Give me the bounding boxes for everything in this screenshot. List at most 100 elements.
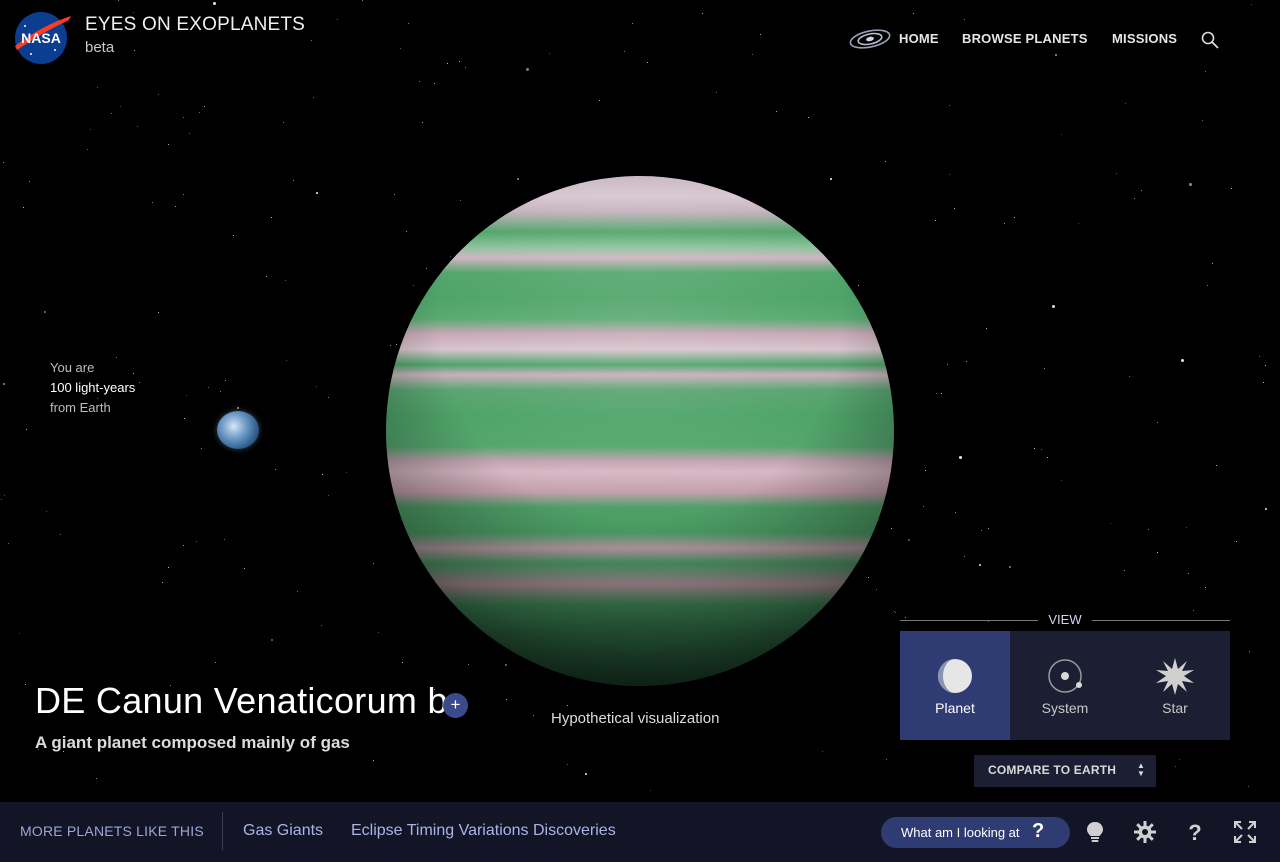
compare-label: COMPARE TO EARTH [988,763,1117,777]
star-dot [87,149,88,150]
star-dot [196,541,197,542]
star-dot [396,344,397,345]
star-dot [237,407,239,409]
earth-marker[interactable] [217,411,259,449]
star-dot [830,178,832,180]
select-arrows-icon: ▲ ▼ [1137,761,1145,778]
star-dot [460,200,461,201]
star-dot [183,117,184,118]
star-dot [158,312,159,313]
star-dot [1047,457,1048,458]
star-dot [199,112,200,113]
star-dot [1078,223,1079,224]
tag-gas-giants[interactable]: Gas Giants [243,822,323,840]
gear-icon[interactable] [1134,821,1156,843]
star-dot [328,397,329,398]
distance-line-3: from Earth [50,400,111,415]
view-star-button[interactable]: Star [1120,631,1230,740]
star-dot [25,684,26,685]
star-dot [858,285,859,286]
view-system-label: System [1041,700,1089,716]
nav-home[interactable]: HOME [899,31,939,46]
question-icon: ? [1032,820,1045,842]
star-dot [311,40,312,41]
star-dot [1004,223,1005,224]
fullscreen-icon[interactable] [1234,821,1256,843]
star-dot [346,472,347,473]
distance-value: 100 light-years [50,380,136,395]
nav-browse-planets[interactable]: BROWSE PLANETS [962,31,1088,46]
star-dot [1265,508,1267,510]
star-dot [1044,368,1045,369]
star-dot [876,589,877,590]
star-dot [986,328,987,329]
star-dot [1134,198,1135,199]
compare-to-earth-select[interactable]: COMPARE TO EARTH ▲ ▼ [974,755,1156,787]
tag-eclipse-timing[interactable]: Eclipse Timing Variations Discoveries [351,822,616,840]
star-dot [168,567,169,568]
star-dot [1216,465,1217,466]
star-dot [390,345,391,346]
star-dot [422,122,423,123]
star-dot [426,268,427,269]
view-label-text: VIEW [1048,612,1082,627]
star-dot [23,207,24,208]
star-dot [137,126,138,127]
more-planets-label: MORE PLANETS LIKE THIS [20,823,204,839]
star-dot [886,759,887,760]
star-dot [1034,448,1035,449]
view-panel-label: VIEW [900,612,1230,628]
star-dot [275,469,276,470]
star-dot [266,276,267,277]
star-dot [434,83,435,84]
star-dot [118,0,119,1]
star-dot [313,97,314,98]
star-dot [1202,120,1203,121]
star-dot [1207,285,1208,286]
view-planet-label: Planet [935,700,975,716]
help-icon[interactable]: ? [1184,821,1206,843]
star-dot [186,395,187,396]
what-label: What am I looking at [901,825,1020,840]
star-dot [1061,480,1062,481]
star-dot [549,53,550,54]
star-dot [1249,651,1250,652]
view-system-button[interactable]: System [1010,631,1120,740]
bottom-bar: MORE PLANETS LIKE THIS Gas Giants Eclips… [0,802,1280,862]
star-dot [139,382,140,383]
star-dot [966,361,967,362]
nasa-logo[interactable]: NASA [11,10,73,66]
star-dot [1265,365,1266,366]
star-dot [908,539,910,541]
view-planet-button[interactable]: Planet [900,631,1010,740]
star-dot [1061,134,1062,135]
plus-icon[interactable]: + [443,693,468,718]
star-dot [923,506,924,507]
star-dot [337,19,338,20]
star-dot [1186,527,1187,528]
star-dot [158,94,159,95]
search-icon[interactable] [1200,30,1220,50]
star-dot [1188,573,1189,574]
star-dot [468,664,469,665]
star-dot [599,100,600,101]
star-dot [947,364,948,365]
star-dot [204,106,205,107]
star-dot [505,664,507,666]
planet-shading [386,176,894,686]
galaxy-icon[interactable] [848,27,892,51]
what-am-i-looking-at-button[interactable]: What am I looking at ? [881,817,1070,848]
star-dot [1014,217,1015,218]
star-dot [400,48,401,49]
view-star-label: Star [1162,700,1188,716]
star-dot [1181,359,1184,362]
star-dot [328,495,329,496]
star-dot [271,639,273,641]
star-dot [567,705,568,706]
planet-description: A giant planet composed mainly of gas [35,733,350,752]
planet-name: DE Canun Venaticorum b [35,680,448,721]
nav-missions[interactable]: MISSIONS [1112,31,1177,46]
star-dot [506,699,507,700]
star-dot [111,113,112,114]
lightbulb-icon[interactable] [1084,821,1106,843]
